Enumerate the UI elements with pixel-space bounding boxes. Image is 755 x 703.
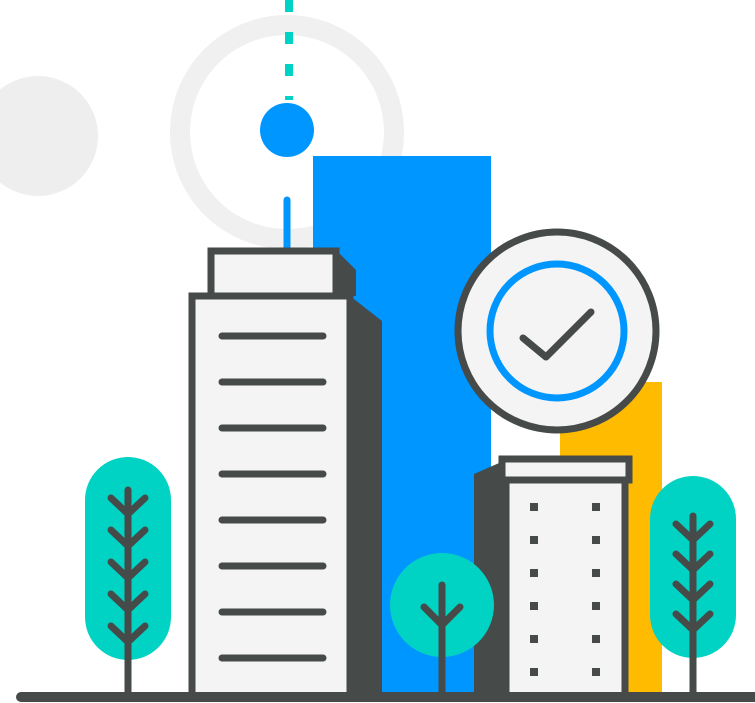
window-dot	[592, 635, 600, 643]
antenna	[260, 0, 314, 252]
skyscraper-shadow	[350, 296, 382, 696]
window-dot	[592, 602, 600, 610]
check-badge	[454, 228, 660, 434]
window-dot	[530, 536, 538, 544]
window-dot	[530, 569, 538, 577]
window-dot	[530, 503, 538, 511]
window-dot	[592, 668, 600, 676]
skyscraper-body	[188, 292, 354, 700]
antenna-ball	[260, 103, 314, 157]
window-dot	[530, 602, 538, 610]
tree-right	[650, 476, 736, 700]
window-dot	[530, 668, 538, 676]
short-building-body	[502, 476, 629, 700]
background-blob	[0, 76, 98, 196]
window-dot	[592, 536, 600, 544]
main-skyscraper	[188, 247, 382, 700]
window-dot	[592, 569, 600, 577]
tree-left	[85, 457, 171, 700]
city-illustration	[0, 0, 755, 702]
window-dot	[592, 503, 600, 511]
short-building	[474, 455, 633, 700]
badge-ring	[486, 260, 628, 402]
window-dot	[530, 635, 538, 643]
roof-block	[207, 247, 340, 300]
